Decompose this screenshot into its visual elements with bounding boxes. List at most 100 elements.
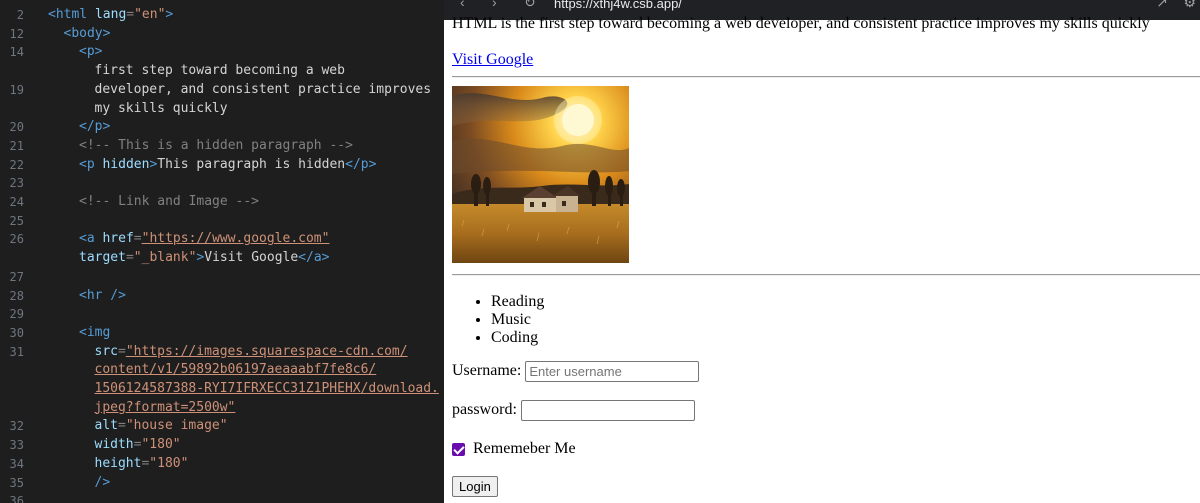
code-token: = xyxy=(125,250,134,266)
code-line[interactable]: 12 <body> xyxy=(0,25,444,43)
username-label: Username: xyxy=(452,362,522,380)
house-image xyxy=(452,86,629,263)
code-line[interactable]: my skills quickly xyxy=(0,100,444,118)
horizontal-rule xyxy=(452,274,1200,276)
code-line[interactable]: 2 <html lang="en"> xyxy=(0,6,444,24)
code-token: "_blank" xyxy=(133,250,197,266)
external-link-icon[interactable]: ↗ xyxy=(1156,0,1168,11)
code-token: = xyxy=(117,418,126,434)
horizontal-rule xyxy=(452,76,1200,78)
list-item: Coding xyxy=(491,329,544,347)
code-line[interactable]: 14 <p> xyxy=(0,43,444,61)
line-number: 33 xyxy=(9,438,24,453)
line-number: 2 xyxy=(16,8,24,22)
address-bar[interactable]: https://xthj4w.csb.app/ xyxy=(554,0,682,11)
code-token: = xyxy=(133,231,142,247)
line-number: 36 xyxy=(9,494,24,503)
line-number: 30 xyxy=(9,325,24,340)
code-token: <hr /> xyxy=(79,287,126,303)
code-token: </p> xyxy=(79,119,111,135)
forward-arrow-icon[interactable]: › xyxy=(492,0,497,10)
code-line[interactable]: 25 xyxy=(0,212,444,230)
code-line[interactable]: jpeg?format=2500w" xyxy=(0,399,444,417)
code-line[interactable]: 19 developer, and consistent practice imp… xyxy=(0,81,444,99)
code-token: href xyxy=(102,231,134,247)
password-input[interactable] xyxy=(520,400,695,421)
settings-icon[interactable]: ⚙ xyxy=(1183,0,1196,11)
code-line[interactable]: 23 xyxy=(0,174,444,192)
code-line[interactable]: 29 xyxy=(0,305,444,323)
code-token: /> xyxy=(94,474,111,490)
code-token: developer, and consistent practice impro… xyxy=(94,81,432,97)
code-token: alt xyxy=(94,418,118,434)
code-token: <p xyxy=(79,156,103,172)
code-token: 1506124587388-RYI7IFRXECC31Z1PHEHX/downl… xyxy=(94,381,439,396)
code-text: 1506124587388-RYI7IFRXECC31Z1PHEHX/downl… xyxy=(95,380,439,398)
code-text: alt="house image" xyxy=(95,417,228,435)
intro-paragraph: HTML is the first step toward becoming a… xyxy=(452,15,1150,32)
login-row: Login xyxy=(452,476,498,497)
code-token: "180" xyxy=(149,455,189,471)
code-token: lang xyxy=(94,7,127,22)
code-token: content/v1/59892b06197aeaaabf7fe8c6/ xyxy=(94,362,377,378)
code-token: </p> xyxy=(345,156,377,172)
line-number: 20 xyxy=(9,120,24,135)
code-text: height="180" xyxy=(95,455,189,473)
code-text: jpeg?format=2500w" xyxy=(95,399,236,417)
code-token: This paragraph is hidden xyxy=(157,156,346,172)
line-number: 14 xyxy=(9,45,24,60)
code-token: hidden xyxy=(102,156,150,172)
code-line[interactable]: 31 src="https://images.squarespace-cdn.co… xyxy=(0,343,444,361)
code-token: = xyxy=(117,343,126,359)
line-number: 21 xyxy=(9,138,24,153)
remember-checkbox[interactable] xyxy=(452,442,465,456)
code-token: > xyxy=(165,7,174,22)
line-number: 32 xyxy=(9,419,24,434)
code-line[interactable]: 33 width="180" xyxy=(0,436,444,454)
code-text: content/v1/59892b06197aeaaabf7fe8c6/ xyxy=(95,361,377,379)
code-token: src xyxy=(94,343,118,359)
code-line[interactable]: target="_blank">Visit Google</a> xyxy=(0,249,444,267)
code-text: width="180" xyxy=(95,436,181,454)
code-token: "180" xyxy=(141,437,181,453)
remember-row: Rememeber Me xyxy=(452,440,576,458)
list-item: Music xyxy=(491,311,544,329)
code-line[interactable]: 1506124587388-RYI7IFRXECC31Z1PHEHX/downl… xyxy=(0,380,444,398)
code-line[interactable]: 26 <a href="https://www.google.com" xyxy=(0,230,444,248)
reload-icon[interactable]: ↻ xyxy=(524,0,536,11)
code-editor[interactable]: 2 <html lang="en"> 12 <body> 14 <p> first step… xyxy=(0,0,444,503)
code-line[interactable]: 24 <!-- Link and Image --> xyxy=(0,193,444,211)
code-text: developer, and consistent practice impro… xyxy=(95,81,432,99)
back-arrow-icon[interactable]: ‹ xyxy=(460,0,465,10)
username-input[interactable] xyxy=(525,361,700,382)
code-text: src="https://images.squarespace-cdn.com/ xyxy=(95,343,408,361)
code-line[interactable]: 36 xyxy=(0,492,444,503)
code-text: /> xyxy=(95,474,111,492)
code-text: <a href="https://www.google.com" xyxy=(79,230,329,248)
code-token: "https://www.google.com" xyxy=(141,231,330,247)
code-line[interactable]: content/v1/59892b06197aeaaabf7fe8c6/ xyxy=(0,361,444,379)
code-token: <a xyxy=(79,231,103,247)
code-token: Visit Google xyxy=(204,250,299,266)
password-label: password: xyxy=(452,401,517,419)
code-line[interactable]: 34 height="180" xyxy=(0,455,444,473)
login-button[interactable]: Login xyxy=(452,476,498,497)
code-text: <!-- Link and Image --> xyxy=(79,193,259,211)
password-row: password: xyxy=(452,400,695,421)
code-line[interactable]: 28 <hr /> xyxy=(0,287,444,305)
code-token: <body> xyxy=(63,25,111,41)
code-line[interactable]: 35 /> xyxy=(0,474,444,492)
visit-google-link[interactable]: Visit Google xyxy=(452,51,533,69)
code-line[interactable]: 27 xyxy=(0,268,444,286)
line-number: 24 xyxy=(9,195,24,209)
code-line[interactable]: 32 alt="house image" xyxy=(0,417,444,435)
line-number: 12 xyxy=(9,26,24,41)
code-line[interactable]: 21 <!-- This is a hidden paragraph --> xyxy=(0,137,444,155)
code-line[interactable]: first step toward becoming a web xyxy=(0,62,444,80)
code-line[interactable]: 30 <img xyxy=(0,324,444,342)
code-text: target="_blank">Visit Google</a> xyxy=(79,249,329,267)
code-text: <p> xyxy=(79,43,102,61)
code-line[interactable]: 20 </p> xyxy=(0,118,444,136)
code-token: first step toward becoming a web xyxy=(94,63,345,79)
code-line[interactable]: 22 <p hidden>This paragraph is hidden</p> xyxy=(0,156,444,174)
